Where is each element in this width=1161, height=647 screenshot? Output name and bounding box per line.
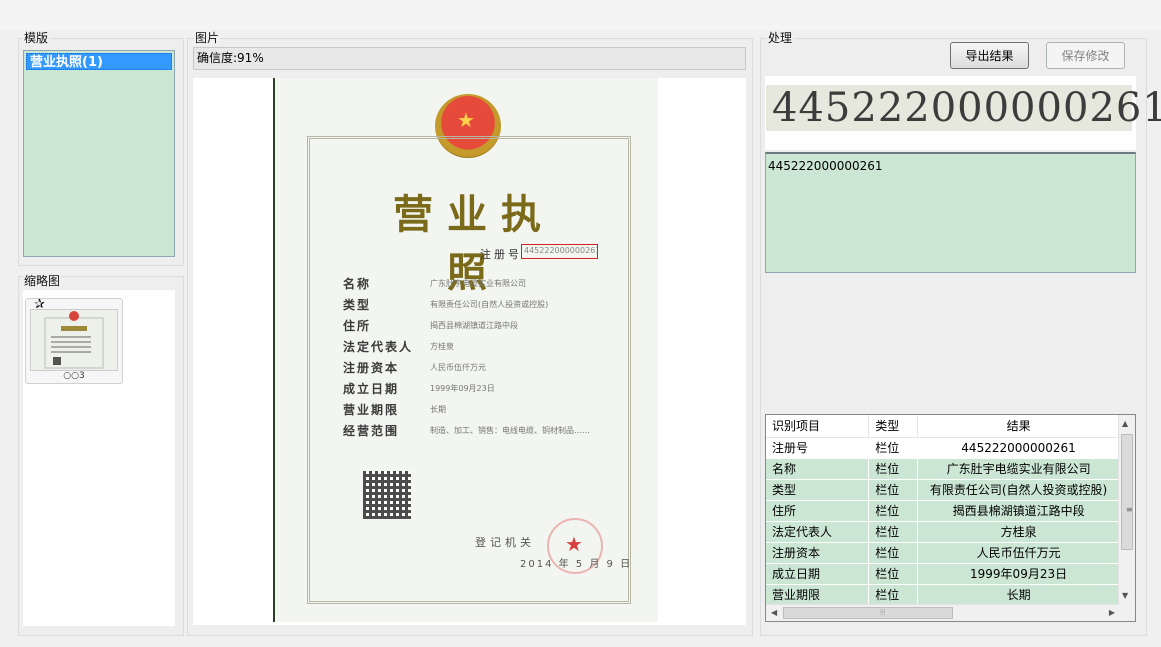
license-registrar: 登记机关 (475, 536, 535, 549)
table-cell: 栏位 (868, 584, 919, 606)
license-field-key: 成立日期 (343, 382, 400, 396)
thumbnail-area: ✰ ○○3 (23, 290, 175, 626)
save-changes-button[interactable]: 保存修改 (1046, 42, 1125, 69)
scroll-up-arrow-icon[interactable]: ▲ (1122, 419, 1128, 428)
table-row[interactable]: 注册资本 栏位 人民币伍仟万元 (766, 542, 1120, 564)
license-field-key: 注册资本 (343, 361, 400, 375)
license-field-value: 长期 (430, 405, 446, 414)
confidence-bar: 确信度:91% (193, 47, 746, 70)
license-field-key: 名称 (343, 277, 372, 291)
table-cell: 方桂泉 (917, 521, 1120, 543)
thumbnail-caption: ○○3 (63, 371, 85, 381)
table-row[interactable]: 住所 栏位 揭西县棉湖镇道江路中段 (766, 500, 1120, 522)
table-row[interactable]: 营业期限 栏位 长期 (766, 584, 1120, 606)
table-cell: 成立日期 (766, 563, 870, 585)
table-row[interactable]: 类型 栏位 有限责任公司(自然人投资或控股) (766, 479, 1120, 501)
license-issue-date: 2014 年 5 月 9 日 (520, 559, 633, 570)
table-cell: 1999年09月23日 (917, 563, 1120, 585)
window-top-strip (0, 0, 1161, 30)
table-cell: 栏位 (868, 479, 919, 501)
license-field-value: 制造、加工、销售：电线电缆、铜材制品…… (430, 426, 590, 435)
table-cell: 广东肚宇电缆实业有限公司 (917, 458, 1120, 480)
column-header-result[interactable]: 结果 (917, 415, 1120, 438)
table-row[interactable]: 成立日期 栏位 1999年09月23日 (766, 563, 1120, 585)
table-cell: 栏位 (868, 437, 919, 459)
table-cell: 445222000000261 (917, 437, 1120, 459)
scroll-down-arrow-icon[interactable]: ▼ (1122, 591, 1128, 600)
scroll-right-arrow-icon[interactable]: ▶ (1109, 608, 1115, 617)
license-field-value: 揭西县棉湖镇道江路中段 (430, 321, 518, 330)
table-cell: 类型 (766, 479, 870, 501)
horizontal-scroll-thumb[interactable]: ⦙⦙⦙ (783, 607, 953, 619)
table-cell: 有限责任公司(自然人投资或控股) (917, 479, 1120, 501)
table-cell: 揭西县棉湖镇道江路中段 (917, 500, 1120, 522)
thumbnail-group-title: 缩略图 (23, 274, 62, 288)
process-group-title: 处理 (767, 31, 794, 45)
table-row[interactable]: 名称 栏位 广东肚宇电缆实业有限公司 (766, 458, 1120, 480)
license-document: ★ 营业执照 注册号 445222000000261 名称 广东肚宇电缆实业有限… (273, 78, 658, 622)
table-cell: 人民币伍仟万元 (917, 542, 1120, 564)
table-cell: 营业期限 (766, 584, 870, 606)
table-cell: 注册资本 (766, 542, 870, 564)
grip-icon: ≡ (1126, 505, 1133, 514)
table-cell: 名称 (766, 458, 870, 480)
table-row[interactable]: 注册号 栏位 445222000000261 (766, 437, 1120, 459)
horizontal-scrollbar[interactable]: ◀ ⦙⦙⦙ ▶ (766, 604, 1120, 621)
license-field-value: 1999年09月23日 (430, 384, 495, 393)
grip-icon: ⦙⦙⦙ (880, 608, 886, 617)
license-field-key: 住所 (343, 319, 372, 333)
image-canvas[interactable]: ★ 营业执照 注册号 445222000000261 名称 广东肚宇电缆实业有限… (193, 78, 746, 625)
table-cell: 栏位 (868, 563, 919, 585)
license-field-value: 广东肚宇电缆实业有限公司 (430, 279, 526, 288)
template-item-business-license[interactable]: 营业执照(1) (26, 53, 172, 70)
license-field-value: 有限责任公司(自然人投资或控股) (430, 300, 549, 309)
license-field-key: 类型 (343, 298, 372, 312)
crop-preview-text: 445222000000261 (766, 85, 1161, 131)
recognition-result-textbox[interactable]: 445222000000261 (765, 152, 1136, 273)
thumbnail-image (30, 309, 118, 371)
vertical-scroll-thumb[interactable]: ≡ (1121, 434, 1133, 550)
table-cell: 法定代表人 (766, 521, 870, 543)
license-reg-label: 注册号 (480, 248, 522, 261)
license-field-key: 法定代表人 (343, 340, 414, 354)
license-field-key: 营业期限 (343, 403, 400, 417)
reg-number-highlight[interactable]: 445222000000261 (521, 244, 598, 259)
column-header-type[interactable]: 类型 (868, 415, 919, 438)
image-group-title: 图片 (194, 31, 221, 45)
table-cell: 栏位 (868, 521, 919, 543)
table-cell: 栏位 (868, 542, 919, 564)
qr-code (363, 471, 411, 519)
table-cell: 住所 (766, 500, 870, 522)
template-group-title: 模版 (23, 31, 50, 45)
thumbnail-license-preview (44, 311, 104, 369)
crop-preview: 445222000000261 (765, 76, 1161, 150)
column-header-item[interactable]: 识别项目 (766, 415, 870, 438)
export-results-button[interactable]: 导出结果 (950, 42, 1029, 69)
license-field-value: 方桂泉 (430, 342, 454, 351)
table-cell: 栏位 (868, 500, 919, 522)
table-cell: 注册号 (766, 437, 870, 459)
license-field-value: 人民币伍仟万元 (430, 363, 486, 372)
template-list[interactable]: 营业执照(1) (23, 50, 175, 257)
table-cell: 长期 (917, 584, 1120, 606)
thumbnail-card[interactable]: ✰ ○○3 (25, 297, 123, 384)
table-row[interactable]: 法定代表人 栏位 方桂泉 (766, 521, 1120, 543)
scroll-left-arrow-icon[interactable]: ◀ (771, 608, 777, 617)
table-header-row: 识别项目 类型 结果 (766, 415, 1120, 438)
results-table[interactable]: 识别项目 类型 结果 注册号 栏位 445222000000261 名称 栏位 … (765, 414, 1136, 622)
table-cell: 栏位 (868, 458, 919, 480)
scrollbar-corner (1118, 604, 1135, 621)
vertical-scrollbar[interactable]: ▲ ≡ ▼ (1118, 415, 1135, 605)
license-field-key: 经营范围 (343, 424, 400, 438)
